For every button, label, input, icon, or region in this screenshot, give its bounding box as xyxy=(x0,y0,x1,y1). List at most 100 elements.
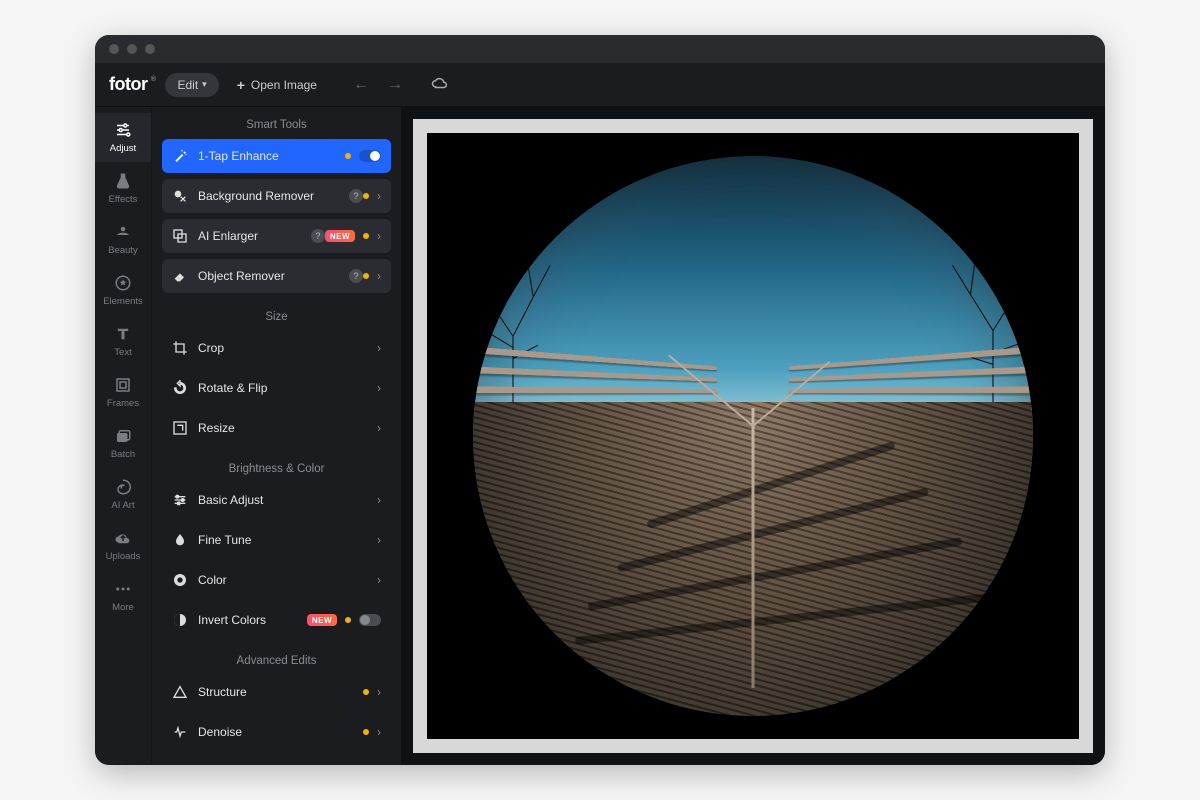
edit-menu-button[interactable]: Edit ▾ xyxy=(165,73,218,97)
premium-dot-icon xyxy=(363,729,369,735)
tool-label: Resize xyxy=(198,421,377,435)
stick xyxy=(752,408,755,688)
rail-effects[interactable]: Effects xyxy=(95,164,151,213)
premium-dot-icon xyxy=(345,617,351,623)
tool-label: 1-Tap Enhance xyxy=(198,149,345,163)
star-circle-icon xyxy=(114,274,132,292)
premium-dot-icon xyxy=(363,193,369,199)
rail-text[interactable]: Text xyxy=(95,317,151,366)
rail-label: Elements xyxy=(103,296,143,307)
text-icon xyxy=(114,325,132,343)
tool-object-remover[interactable]: Object Remover ? › xyxy=(162,259,391,293)
enhance-toggle[interactable] xyxy=(359,150,381,162)
window-titlebar xyxy=(95,35,1105,63)
new-badge: NEW xyxy=(325,230,355,242)
tools-panel: Smart Tools 1-Tap Enhance Background Rem… xyxy=(151,107,401,765)
tool-label: Structure xyxy=(198,685,363,699)
tool-invert-colors[interactable]: Invert Colors NEW xyxy=(162,603,391,637)
window-min-dot[interactable] xyxy=(127,44,137,54)
rail-aiart[interactable]: AI Art xyxy=(95,470,151,519)
rail-label: Uploads xyxy=(106,551,141,562)
premium-dot-icon xyxy=(345,153,351,159)
tool-basic-adjust[interactable]: Basic Adjust › xyxy=(162,483,391,517)
redo-button[interactable]: → xyxy=(387,76,403,94)
triangle-icon xyxy=(172,684,188,700)
tool-color[interactable]: Color › xyxy=(162,563,391,597)
rail-frames[interactable]: Frames xyxy=(95,368,151,417)
tool-label: AI Enlarger xyxy=(198,229,311,243)
chevron-right-icon: › xyxy=(377,381,381,395)
section-brightness: Brightness & Color xyxy=(152,451,401,483)
tool-label: Basic Adjust xyxy=(198,493,377,507)
rail-label: Effects xyxy=(109,194,138,205)
tool-vignette[interactable]: Vignette › xyxy=(162,755,391,765)
rail-label: Frames xyxy=(107,398,139,409)
tool-fine-tune[interactable]: Fine Tune › xyxy=(162,523,391,557)
window-max-dot[interactable] xyxy=(145,44,155,54)
sliders-icon xyxy=(114,121,132,139)
new-badge: NEW xyxy=(307,614,337,626)
palette-icon xyxy=(172,572,188,588)
drop-icon xyxy=(172,532,188,548)
help-icon[interactable]: ? xyxy=(349,189,363,203)
undo-button[interactable]: ← xyxy=(353,76,369,94)
rail-elements[interactable]: Elements xyxy=(95,266,151,315)
tool-label: Fine Tune xyxy=(198,533,377,547)
premium-dot-icon xyxy=(363,273,369,279)
app-logo: fotor xyxy=(109,74,155,95)
tool-structure[interactable]: Structure › xyxy=(162,675,391,709)
tool-bg-remover[interactable]: Background Remover ? › xyxy=(162,179,391,213)
chevron-right-icon: › xyxy=(377,421,381,435)
denoise-icon xyxy=(172,724,188,740)
invert-toggle[interactable] xyxy=(359,614,381,626)
rail-label: AI Art xyxy=(111,500,134,511)
spiral-icon xyxy=(114,478,132,496)
help-icon[interactable]: ? xyxy=(349,269,363,283)
upload-cloud-icon xyxy=(114,529,132,547)
tool-label: Invert Colors xyxy=(198,613,307,627)
tool-denoise[interactable]: Denoise › xyxy=(162,715,391,749)
tool-label: Object Remover xyxy=(198,269,349,283)
tool-label: Color xyxy=(198,573,377,587)
open-image-button[interactable]: + Open Image xyxy=(229,73,325,97)
image-preview[interactable] xyxy=(427,133,1079,739)
topbar: fotor Edit ▾ + Open Image ← → xyxy=(95,63,1105,107)
history-nav: ← → xyxy=(353,76,403,94)
rail-batch[interactable]: Batch xyxy=(95,419,151,468)
tool-ai-enlarger[interactable]: AI Enlarger ? NEW › xyxy=(162,219,391,253)
canvas-area xyxy=(401,107,1105,765)
tool-label: Crop xyxy=(198,341,377,355)
chevron-right-icon: › xyxy=(377,493,381,507)
tool-1tap-enhance[interactable]: 1-Tap Enhance xyxy=(162,139,391,173)
chevron-right-icon: › xyxy=(377,189,381,203)
tool-rotate[interactable]: Rotate & Flip › xyxy=(162,371,391,405)
tool-resize[interactable]: Resize › xyxy=(162,411,391,445)
section-size: Size xyxy=(152,299,401,331)
eye-icon xyxy=(114,223,132,241)
wand-icon xyxy=(172,148,188,164)
help-icon[interactable]: ? xyxy=(311,229,325,243)
tool-label: Denoise xyxy=(198,725,363,739)
rail-label: More xyxy=(112,602,134,613)
open-image-label: Open Image xyxy=(251,78,317,92)
edit-menu-label: Edit xyxy=(177,78,198,92)
rail-adjust[interactable]: Adjust xyxy=(95,113,151,162)
canvas-frame xyxy=(413,119,1093,753)
window-close-dot[interactable] xyxy=(109,44,119,54)
crop-icon xyxy=(172,340,188,356)
tool-crop[interactable]: Crop › xyxy=(162,331,391,365)
adjust-icon xyxy=(172,492,188,508)
stack-icon xyxy=(114,427,132,445)
chevron-right-icon: › xyxy=(377,341,381,355)
flask-icon xyxy=(114,172,132,190)
rail-more[interactable]: More xyxy=(95,572,151,621)
cloud-icon[interactable] xyxy=(431,76,449,94)
enlarge-icon xyxy=(172,228,188,244)
section-smart-tools: Smart Tools xyxy=(152,107,401,139)
chevron-right-icon: › xyxy=(377,229,381,243)
bg-remove-icon xyxy=(172,188,188,204)
rail-beauty[interactable]: Beauty xyxy=(95,215,151,264)
rail-label: Adjust xyxy=(110,143,136,154)
rail-uploads[interactable]: Uploads xyxy=(95,521,151,570)
app-window: fotor Edit ▾ + Open Image ← → Adjust Eff… xyxy=(95,35,1105,765)
